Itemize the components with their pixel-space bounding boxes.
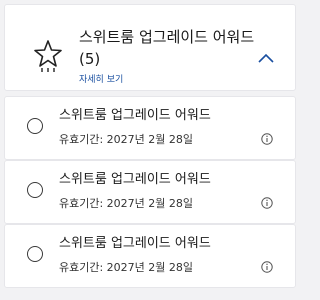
info-icon[interactable]: [261, 261, 273, 273]
collapse-button[interactable]: [253, 45, 279, 71]
star-icon: [34, 40, 62, 72]
award-item[interactable]: 스위트룸 업그레이드 어워드 유효기간: 2027년 2월 28일: [4, 224, 296, 288]
award-item[interactable]: 스위트룸 업그레이드 어워드 유효기간: 2027년 2월 28일: [4, 96, 296, 160]
award-group-title: 스위트룸 업그레이드 어워드: [79, 28, 255, 46]
info-icon[interactable]: [261, 133, 273, 145]
award-item-title: 스위트룸 업그레이드 어워드: [59, 172, 211, 187]
award-item-validity: 유효기간: 2027년 2월 28일: [59, 261, 194, 274]
award-group-count: (5): [79, 50, 101, 68]
info-icon[interactable]: [261, 197, 273, 209]
award-item-title: 스위트룸 업그레이드 어워드: [59, 108, 211, 123]
award-item[interactable]: 스위트룸 업그레이드 어워드 유효기간: 2027년 2월 28일: [4, 160, 296, 224]
award-group-header: 스위트룸 업그레이드 어워드 (5) 자세히 보기: [4, 4, 296, 91]
chevron-up-icon: [258, 53, 274, 63]
details-link[interactable]: 자세히 보기: [79, 74, 123, 86]
award-radio[interactable]: [27, 246, 43, 262]
award-radio[interactable]: [27, 118, 43, 134]
award-item-validity: 유효기간: 2027년 2월 28일: [59, 197, 194, 210]
award-item-title: 스위트룸 업그레이드 어워드: [59, 236, 211, 251]
award-radio[interactable]: [27, 182, 43, 198]
award-item-validity: 유효기간: 2027년 2월 28일: [59, 133, 194, 146]
